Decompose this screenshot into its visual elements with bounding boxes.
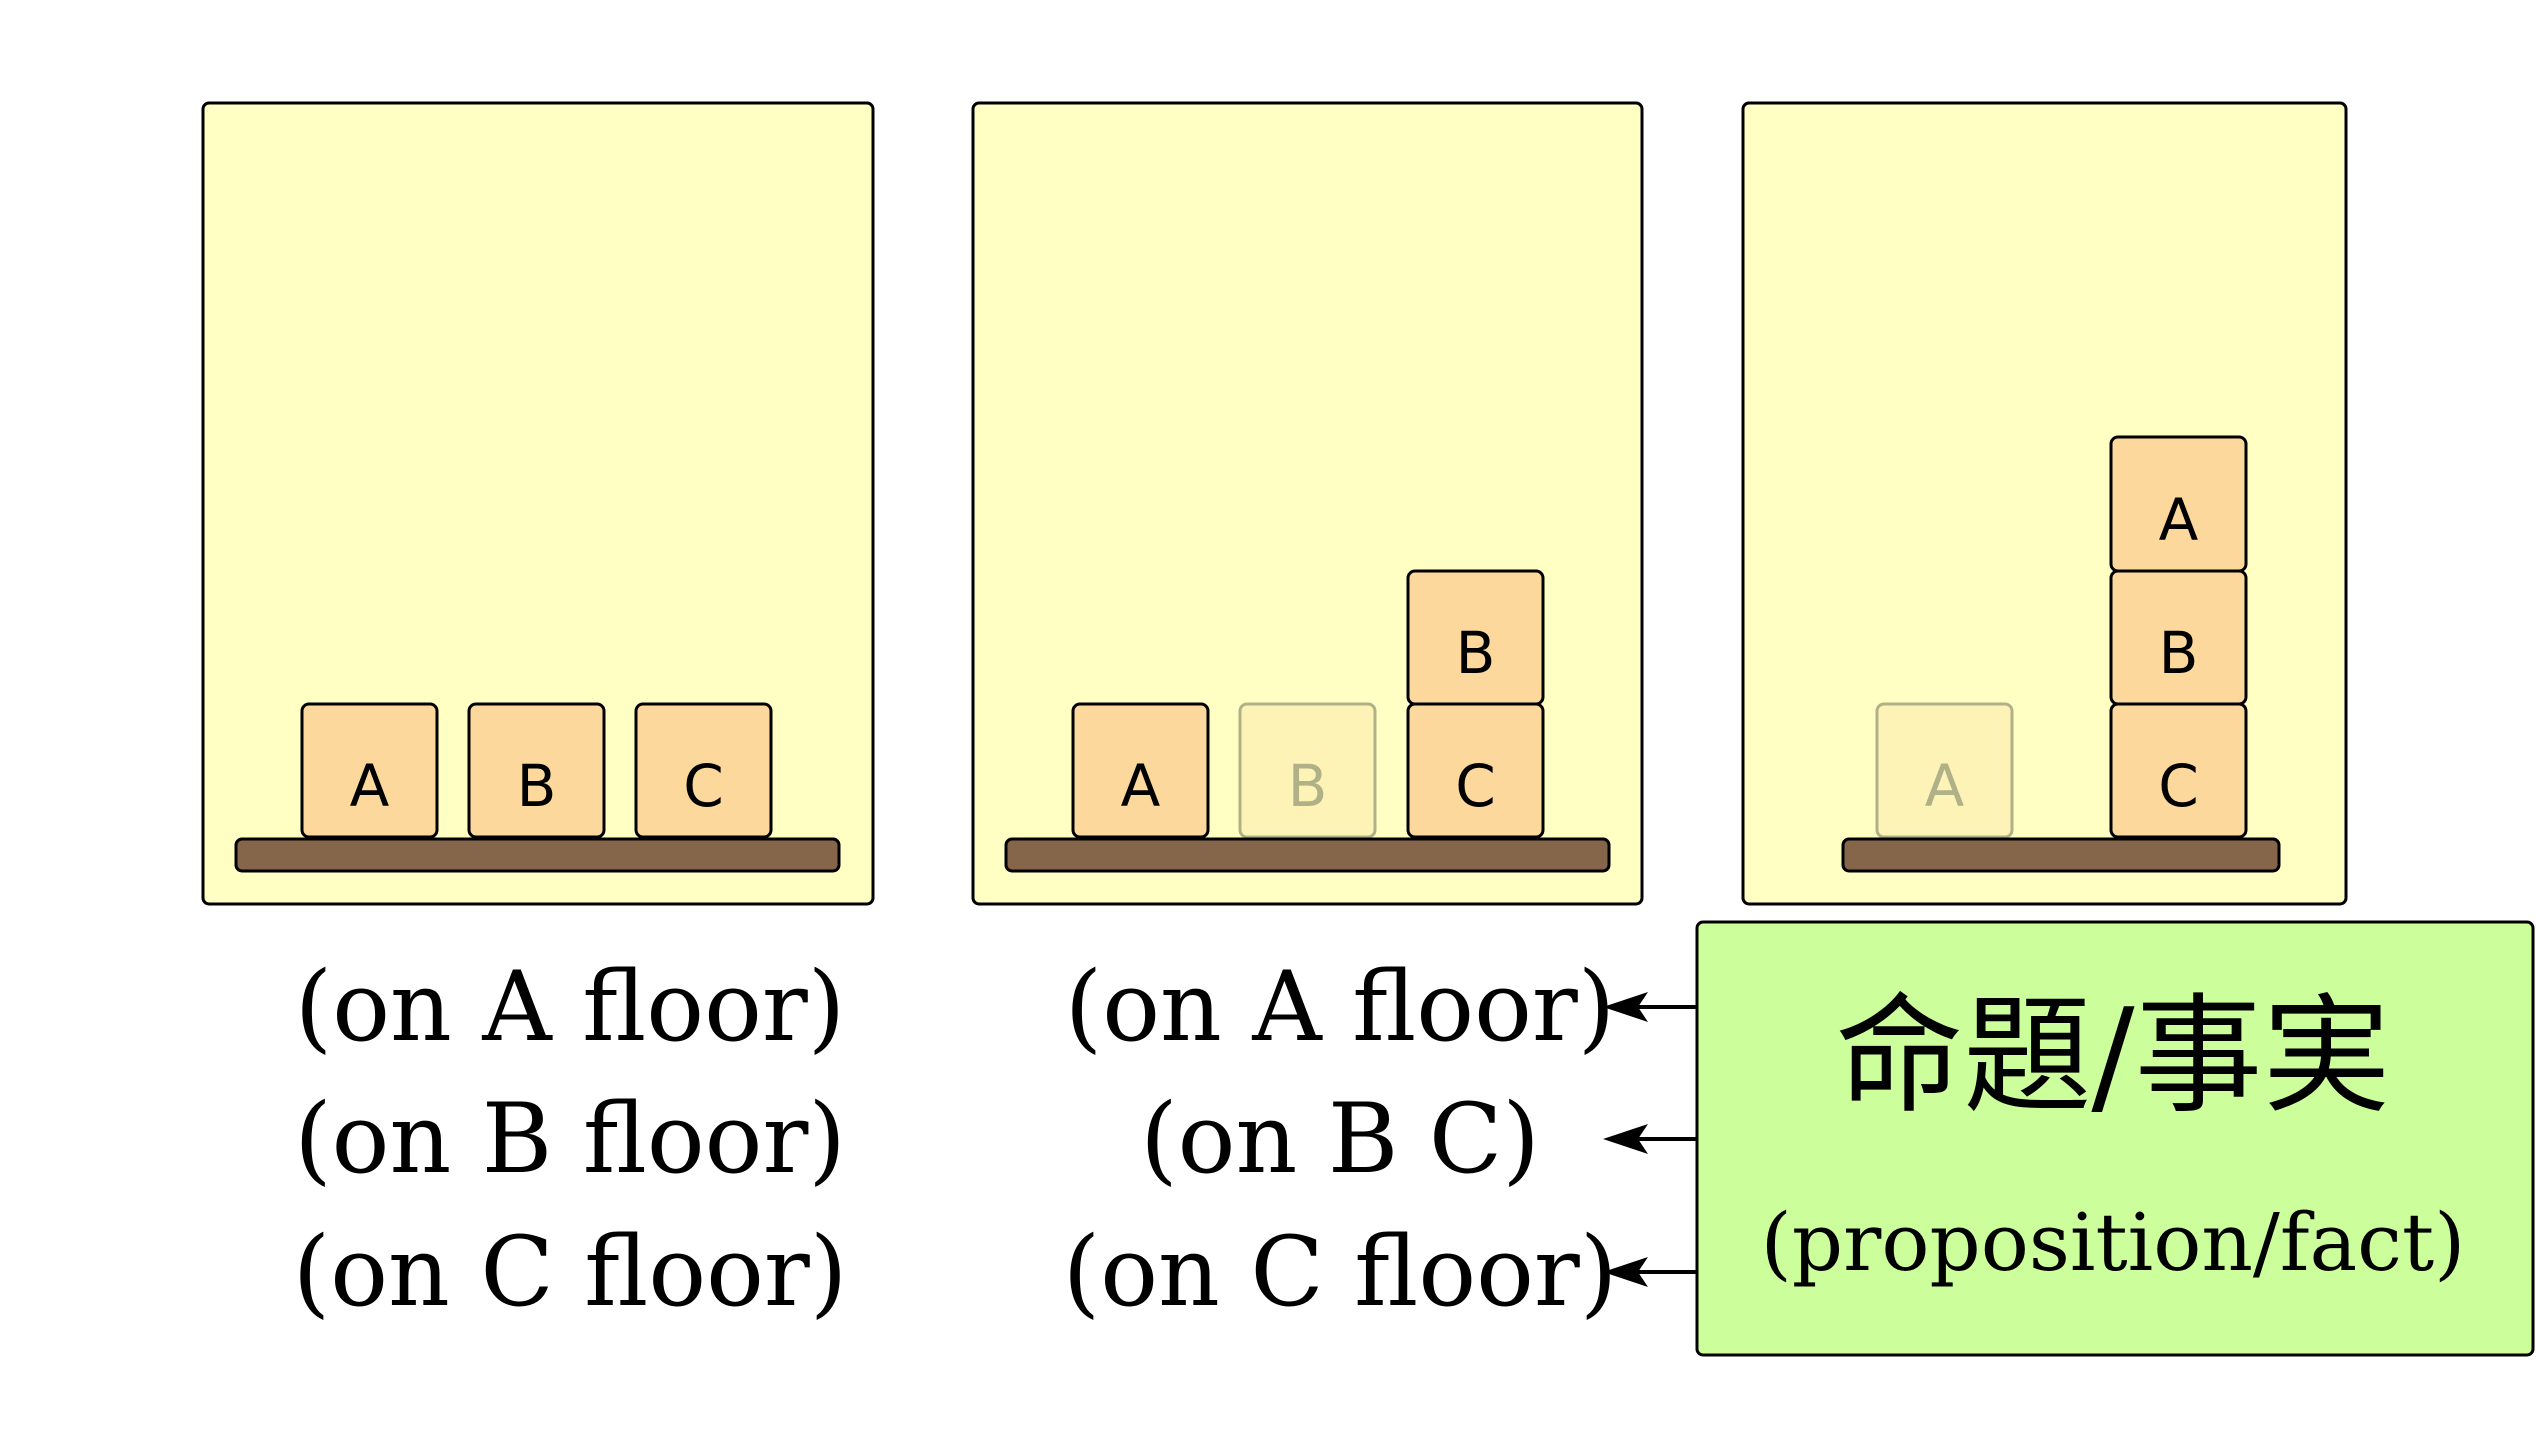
fact-line: (on C floor) [293, 1216, 848, 1328]
panel-1-facts: (on A floor) (on B floor) (on C floor) [293, 951, 848, 1328]
block-label: B [1288, 752, 1328, 820]
block-label: B [517, 752, 557, 820]
panel-3-block-a-ghost: A [1875, 702, 2014, 839]
panel-2-block-c: C [1406, 702, 1545, 839]
block-label: A [350, 752, 390, 820]
block-label: C [683, 752, 724, 820]
fact-line: (on B C) [1140, 1083, 1540, 1195]
fact-line: (on C floor) [1063, 1216, 1618, 1328]
block-label: B [2159, 619, 2199, 687]
fact-line: (on A floor) [1065, 951, 1615, 1063]
panel-3-block-c: C [2109, 702, 2248, 839]
blocks-world-diagram: A B C A B C B A C B A (on A floor) (on B… [201, 101, 2535, 1357]
panel-3: A C B A [1741, 101, 2348, 906]
block-label: C [1455, 752, 1496, 820]
panel-1-block-a: A [300, 702, 439, 839]
panel-2-facts: (on A floor) (on B C) (on C floor) [1063, 951, 1618, 1328]
block-label: A [1925, 752, 1965, 820]
panel-1: A B C [201, 101, 875, 906]
callout-title: 命題/事実 [1835, 982, 2390, 1131]
callout-subtitle: (proposition/fact) [1761, 1196, 2466, 1289]
panel-3-background [1741, 101, 2348, 906]
panel-3-block-a: A [2109, 435, 2248, 573]
panel-1-block-b: B [467, 702, 606, 839]
fact-line: (on B floor) [294, 1083, 846, 1195]
block-label: C [2158, 752, 2199, 820]
panel-1-floor [234, 837, 841, 873]
panel-2-floor [1004, 837, 1611, 873]
block-label: A [1121, 752, 1161, 820]
panel-2-block-a: A [1071, 702, 1210, 839]
panel-2-block-b-ghost: B [1238, 702, 1377, 839]
proposition-callout: 命題/事実 (proposition/fact) [1695, 920, 2535, 1357]
fact-line: (on A floor) [295, 951, 845, 1063]
panel-2: A B C B [971, 101, 1644, 906]
panel-3-floor [1841, 837, 2281, 873]
panel-3-block-b: B [2109, 569, 2248, 706]
panel-1-block-c: C [634, 702, 773, 839]
block-label: B [1456, 619, 1496, 687]
panel-2-block-b: B [1406, 569, 1545, 706]
block-label: A [2159, 486, 2199, 554]
